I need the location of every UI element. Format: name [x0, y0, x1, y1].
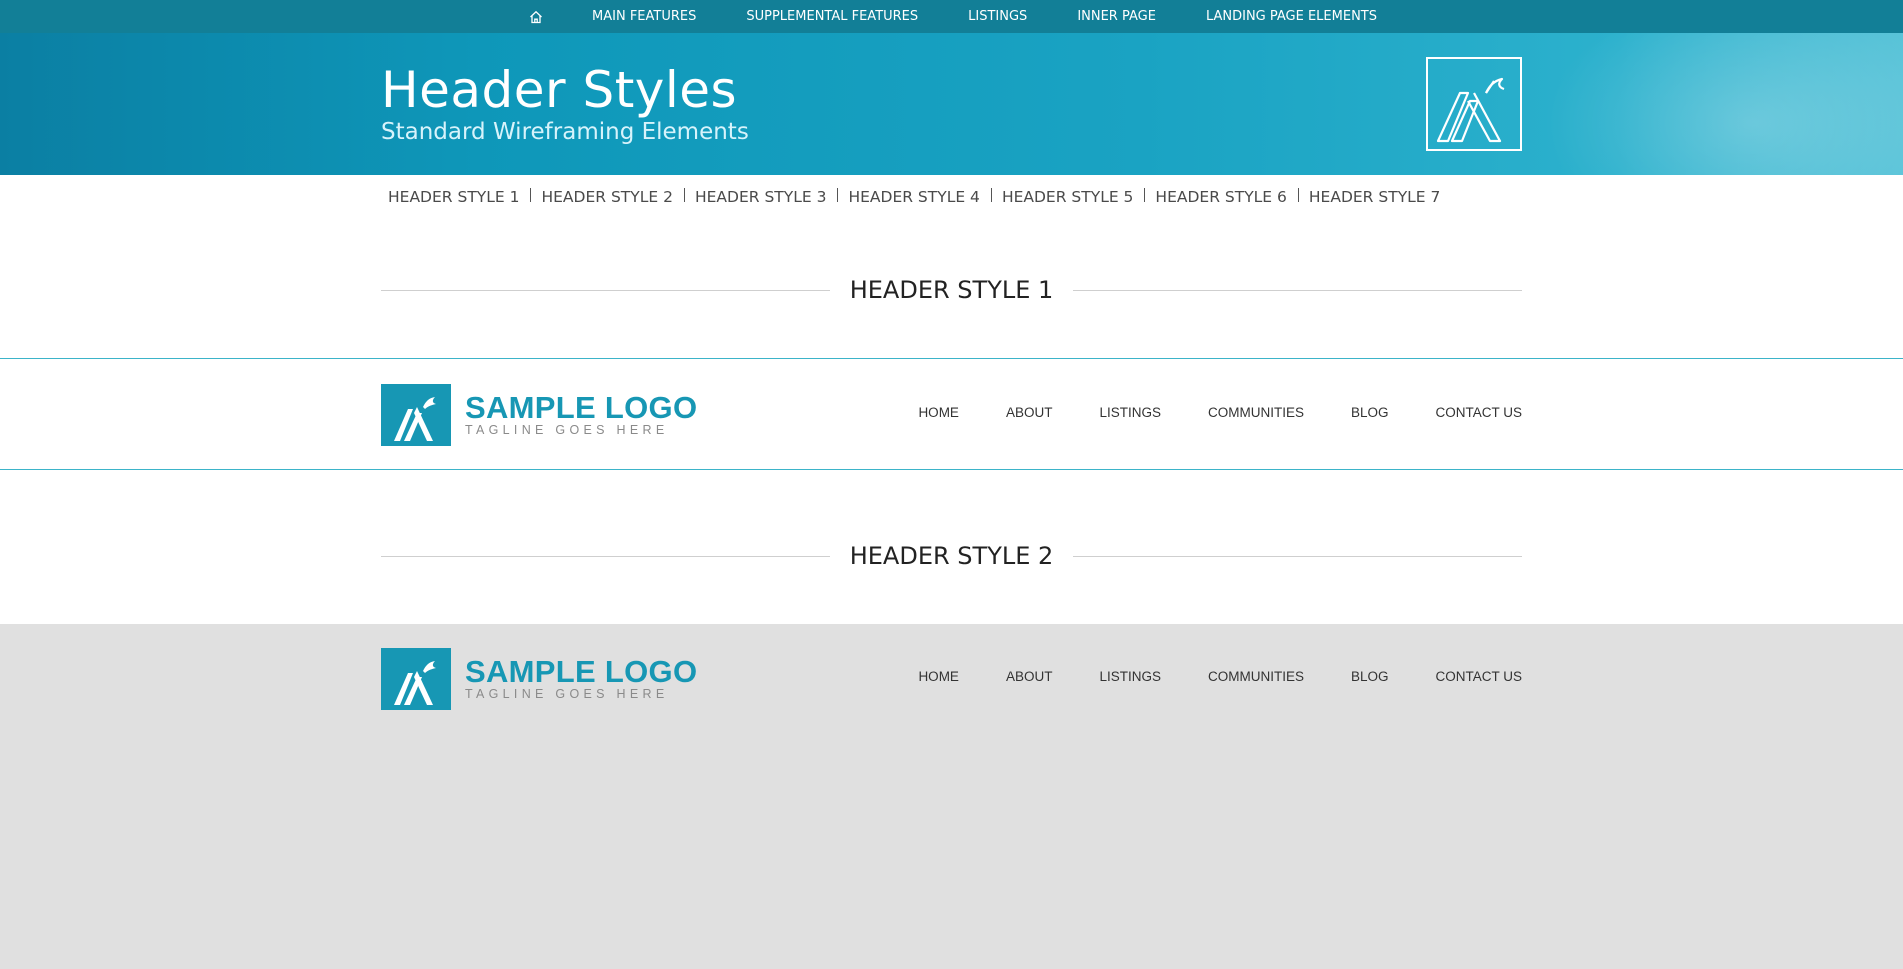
topnav-inner-page[interactable]: INNER PAGE: [1077, 9, 1156, 24]
nav-contact-us[interactable]: CONTACT US: [1435, 405, 1522, 420]
link-divider: [683, 188, 685, 202]
hero-glow: [1543, 33, 1903, 175]
header-style-link-6[interactable]: HEADER STYLE 6: [1155, 188, 1286, 206]
sample-logo[interactable]: SAMPLE LOGO TAGLINE GOES HERE: [381, 648, 697, 710]
top-navigation: MAIN FEATURES SUPPLEMENTAL FEATURES LIST…: [0, 0, 1903, 33]
brand-logo-icon: [1426, 57, 1522, 151]
nav-blog[interactable]: BLOG: [1351, 405, 1389, 420]
logo-text: SAMPLE LOGO TAGLINE GOES HERE: [465, 654, 698, 701]
link-divider: [530, 188, 532, 202]
link-divider: [837, 188, 839, 202]
header-style-link-2[interactable]: HEADER STYLE 2: [541, 188, 672, 206]
header-style-link-3[interactable]: HEADER STYLE 3: [695, 188, 826, 206]
logo-tagline: TAGLINE GOES HERE: [465, 423, 669, 437]
nav-about[interactable]: ABOUT: [1006, 669, 1053, 684]
page-title: Header Styles: [381, 61, 738, 119]
home-icon[interactable]: [526, 7, 546, 27]
heading-rule-right: [1073, 289, 1523, 291]
nav-listings[interactable]: LISTINGS: [1099, 669, 1161, 684]
logo-mark-icon: [381, 384, 451, 446]
topnav-supplemental-features[interactable]: SUPPLEMENTAL FEATURES: [746, 9, 918, 24]
section-heading-2: HEADER STYLE 2: [381, 541, 1523, 571]
nav-blog[interactable]: BLOG: [1351, 669, 1389, 684]
sample-logo[interactable]: SAMPLE LOGO TAGLINE GOES HERE: [381, 384, 697, 446]
header-style-1-nav: HOME ABOUT LISTINGS COMMUNITIES BLOG CON…: [918, 405, 1522, 420]
hero-banner: Header Styles Standard Wireframing Eleme…: [0, 33, 1903, 175]
nav-listings[interactable]: LISTINGS: [1099, 405, 1161, 420]
page-subtitle: Standard Wireframing Elements: [381, 119, 749, 145]
topnav-listings[interactable]: LISTINGS: [968, 9, 1027, 24]
header-style-link-1[interactable]: HEADER STYLE 1: [388, 188, 519, 206]
heading-rule-left: [381, 555, 830, 557]
top-navigation-inner: MAIN FEATURES SUPPLEMENTAL FEATURES LIST…: [526, 7, 1377, 27]
logo-text: SAMPLE LOGO TAGLINE GOES HERE: [465, 390, 698, 437]
header-style-links: HEADER STYLE 1 HEADER STYLE 2 HEADER STY…: [388, 188, 1440, 206]
header-style-1-demo: SAMPLE LOGO TAGLINE GOES HERE HOME ABOUT…: [0, 358, 1903, 470]
topnav-main-features[interactable]: MAIN FEATURES: [592, 9, 696, 24]
logo-tagline: TAGLINE GOES HERE: [465, 687, 669, 701]
nav-contact-us[interactable]: CONTACT US: [1435, 669, 1522, 684]
heading-rule-right: [1073, 555, 1523, 557]
header-style-link-4[interactable]: HEADER STYLE 4: [848, 188, 979, 206]
header-style-link-7[interactable]: HEADER STYLE 7: [1309, 188, 1440, 206]
nav-communities[interactable]: COMMUNITIES: [1208, 405, 1304, 420]
nav-home[interactable]: HOME: [918, 669, 959, 684]
nav-communities[interactable]: COMMUNITIES: [1208, 669, 1304, 684]
header-style-2-nav: HOME ABOUT LISTINGS COMMUNITIES BLOG CON…: [918, 669, 1522, 684]
logo-name: SAMPLE LOGO: [465, 654, 698, 689]
section-heading-1: HEADER STYLE 1: [381, 275, 1523, 305]
header-style-link-5[interactable]: HEADER STYLE 5: [1002, 188, 1133, 206]
link-divider: [1297, 188, 1299, 202]
section-heading-label: HEADER STYLE 2: [849, 542, 1054, 570]
section-heading-label: HEADER STYLE 1: [849, 276, 1054, 304]
logo-name: SAMPLE LOGO: [465, 390, 698, 425]
logo-mark-icon: [381, 648, 451, 710]
header-style-2-demo: SAMPLE LOGO TAGLINE GOES HERE HOME ABOUT…: [0, 624, 1903, 736]
link-divider: [1144, 188, 1146, 202]
topnav-landing-page-elements[interactable]: LANDING PAGE ELEMENTS: [1206, 9, 1377, 24]
nav-about[interactable]: ABOUT: [1006, 405, 1053, 420]
link-divider: [990, 188, 992, 202]
nav-home[interactable]: HOME: [918, 405, 959, 420]
heading-rule-left: [381, 289, 830, 291]
